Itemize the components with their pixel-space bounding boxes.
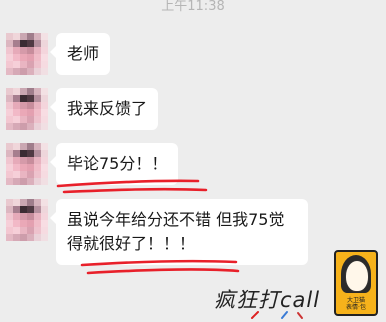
underline-stroke	[62, 187, 208, 194]
sticker-text: 疯狂打call	[214, 288, 321, 312]
avatar[interactable]	[6, 199, 48, 241]
sticker-caption: 大卫猫 表情·包	[336, 297, 376, 311]
message-bubble[interactable]: 老师	[49, 33, 111, 75]
status-time: 上午11:38	[161, 0, 225, 14]
sticker-caption-line: 大卫猫	[346, 297, 365, 304]
message-bubble[interactable]: 虽说今年给分还不错 但我75觉 得就很好了！！！	[50, 199, 308, 265]
avatar[interactable]	[6, 88, 48, 130]
message-bubble[interactable]: 我来反馈了	[49, 88, 159, 130]
sticker-avatar[interactable]: 大卫猫 表情·包	[334, 250, 378, 316]
sticker-caption-line: 表情·包	[346, 304, 366, 311]
underline-stroke	[86, 268, 240, 275]
sticker-face	[345, 260, 369, 292]
avatar[interactable]	[6, 33, 48, 75]
message-bubble[interactable]: 毕论75分！！	[49, 143, 179, 185]
avatar[interactable]	[6, 143, 48, 185]
